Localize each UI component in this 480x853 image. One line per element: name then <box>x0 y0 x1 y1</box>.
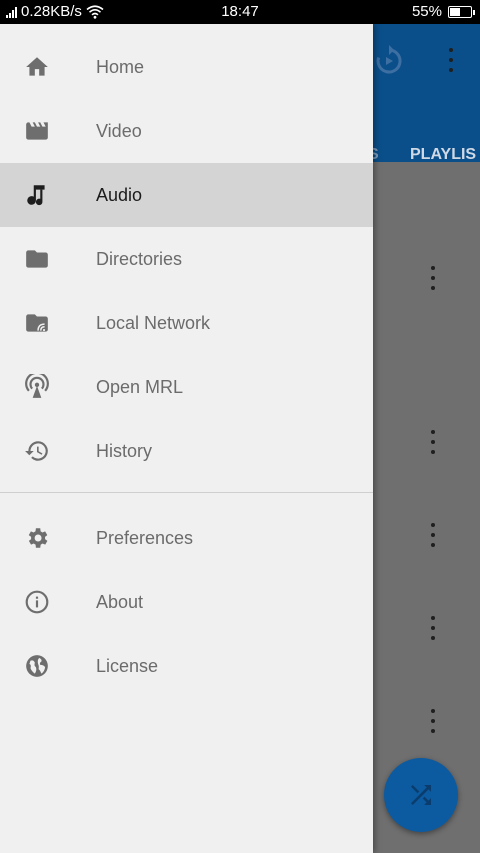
clock: 18:47 <box>221 3 259 20</box>
nav-item-preferences[interactable]: Preferences <box>0 506 373 570</box>
folder-icon <box>24 246 50 272</box>
network-folder-icon <box>24 310 50 336</box>
nav-item-history[interactable]: History <box>0 419 373 483</box>
nav-label-audio: Audio <box>96 184 143 205</box>
nav-label-directories: Directories <box>96 248 183 269</box>
item-more-icon[interactable] <box>428 616 438 642</box>
item-more-icon[interactable] <box>428 266 438 292</box>
nav-label-local-network: Local Network <box>96 312 211 333</box>
battery-icon <box>448 5 475 18</box>
nav-item-audio[interactable]: Audio <box>0 163 373 227</box>
nav-label-home: Home <box>96 56 145 77</box>
movie-icon <box>24 118 50 144</box>
nav-label-preferences: Preferences <box>96 527 194 548</box>
nav-item-local-network[interactable]: Local Network <box>0 291 373 355</box>
nav-item-about[interactable]: About <box>0 570 373 634</box>
nav-label-about: About <box>96 591 144 612</box>
nav-item-home[interactable]: Home <box>0 35 373 99</box>
nav-item-video[interactable]: Video <box>0 99 373 163</box>
replay-icon[interactable] <box>374 44 404 76</box>
antenna-icon <box>24 374 50 400</box>
shuffle-icon <box>411 785 431 805</box>
nav-label-history: History <box>96 440 153 461</box>
history-icon <box>24 438 50 464</box>
nav-item-license[interactable]: License <box>0 634 373 698</box>
nav-item-directories[interactable]: Directories <box>0 227 373 291</box>
item-more-icon[interactable] <box>428 523 438 549</box>
music-note-icon <box>24 182 50 208</box>
item-more-icon[interactable] <box>428 430 438 456</box>
home-icon <box>24 54 50 80</box>
nav-label-video: Video <box>96 120 142 141</box>
toolbar-more-vert-icon[interactable] <box>446 48 456 74</box>
drawer-divider <box>0 492 373 493</box>
nav-label-open-mrl: Open MRL <box>96 376 184 397</box>
item-more-icon[interactable] <box>428 709 438 735</box>
status-right: 55% <box>411 3 475 20</box>
gear-icon <box>24 525 50 551</box>
battery-percent: 55% <box>411 3 442 20</box>
info-icon <box>24 589 50 615</box>
navigation-drawer: Home Video Audio Directories Local Netwo… <box>0 24 373 853</box>
nav-item-open-mrl[interactable]: Open MRL <box>0 355 373 419</box>
globe-icon <box>24 653 50 679</box>
nav-label-license: License <box>96 655 159 676</box>
shuffle-fab[interactable] <box>384 758 458 832</box>
status-bar: 0.28KB/s 18:47 55% <box>0 0 480 24</box>
